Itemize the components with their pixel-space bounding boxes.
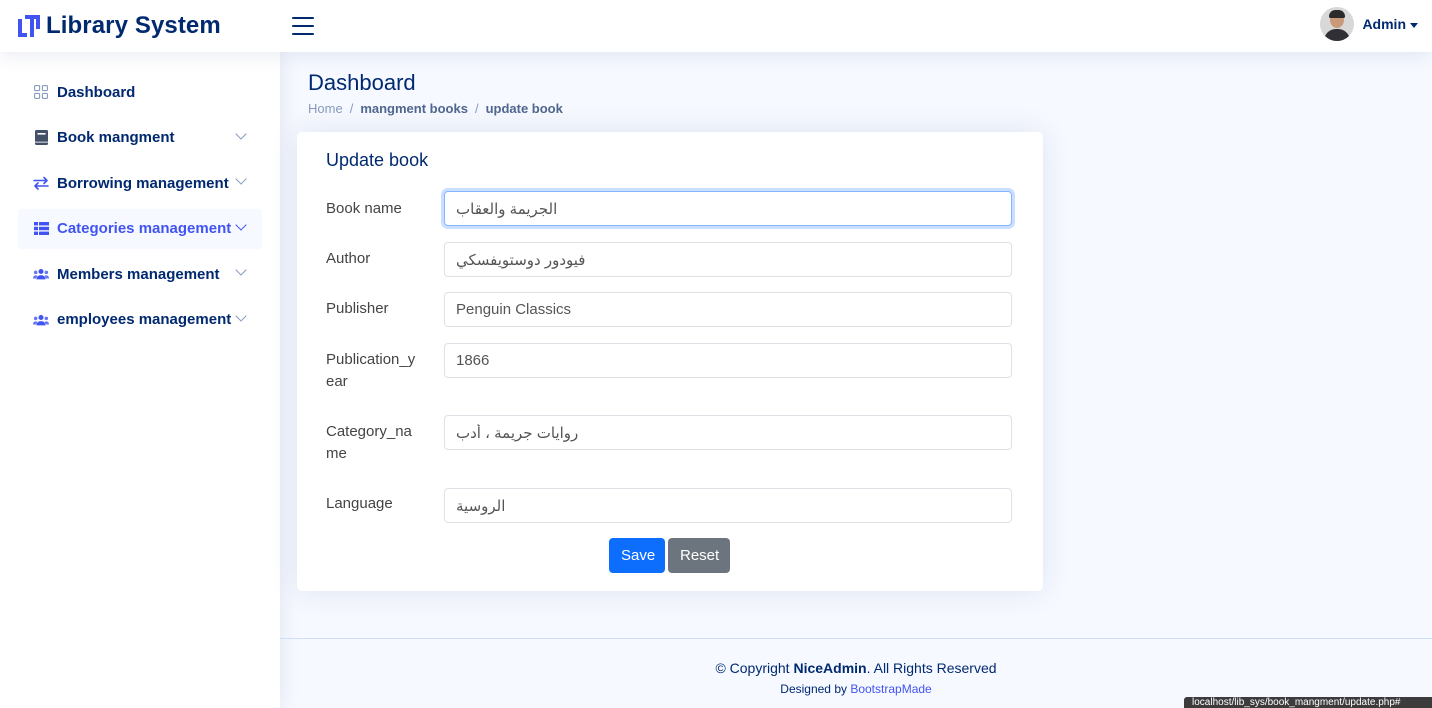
sidebar-item-employees-management[interactable]: employees management: [18, 300, 262, 340]
page-title-block: Dashboard Home / mangment books / update…: [308, 70, 563, 116]
chevron-down-icon: [236, 313, 246, 323]
breadcrumb-current: update book: [485, 101, 563, 116]
arrows-exchange-icon: [33, 175, 49, 191]
profile-menu[interactable]: Admin: [1320, 7, 1418, 41]
publication-year-field[interactable]: [444, 343, 1012, 378]
credits: Designed by BootstrapMade: [280, 682, 1432, 696]
hamburger-icon[interactable]: [292, 17, 314, 35]
sidebar-item-label: Book mangment: [57, 129, 175, 146]
avatar: [1320, 7, 1355, 41]
sidebar-item-label: Members management: [57, 265, 220, 283]
people-icon: [33, 266, 49, 282]
save-button[interactable]: Save: [609, 538, 665, 573]
author-label: Author: [326, 250, 371, 267]
page-title: Dashboard: [308, 70, 416, 95]
designed-by-text: Designed by: [780, 682, 851, 696]
sidebar-item-label: Categories management: [57, 220, 232, 237]
sidebar-item-borrowing-management[interactable]: Borrowing management: [18, 163, 262, 203]
list-icon: [33, 221, 49, 237]
book-name-label: Book name: [326, 200, 402, 217]
grid-icon: [33, 84, 49, 100]
chevron-down-icon: [236, 267, 246, 277]
sidebar-item-label: Dashboard: [57, 83, 136, 101]
breadcrumb-separator: /: [349, 101, 354, 116]
copyright-prefix: © Copyright: [715, 660, 794, 676]
copyright: © Copyright NiceAdmin. All Rights Reserv…: [280, 660, 1432, 676]
sidebar-item-label: Borrowing management: [57, 174, 229, 192]
category-name-field[interactable]: [444, 415, 1012, 450]
chevron-down-icon: [236, 131, 246, 141]
update-book-card: Update book Book name Author Publisher P…: [297, 132, 1043, 591]
chevron-down-icon: [236, 222, 246, 232]
profile-name: Admin: [1362, 16, 1406, 32]
category-name-label: Category_na me: [326, 423, 412, 462]
breadcrumb-mangment-books[interactable]: mangment books: [360, 101, 468, 116]
breadcrumb: Home / mangment books / update book: [308, 101, 563, 116]
language-label: Language: [326, 495, 393, 512]
designer-link[interactable]: BootstrapMade: [850, 682, 931, 696]
sidebar-item-dashboard[interactable]: Dashboard: [18, 72, 262, 112]
breadcrumb-separator: /: [474, 101, 479, 116]
language-field[interactable]: [444, 488, 1012, 523]
reset-button[interactable]: Reset: [668, 538, 730, 573]
top-header: Library System Admin: [0, 0, 1432, 52]
sidebar-item-categories-management[interactable]: Categories management: [18, 208, 262, 249]
publication-year-label: Publication_y ear: [326, 351, 416, 390]
copyright-suffix: . All Rights Reserved: [866, 660, 997, 676]
card-title: Update book: [326, 150, 429, 170]
caret-down-icon: [1410, 22, 1418, 28]
logo-icon: [18, 15, 40, 37]
publisher-field[interactable]: [444, 292, 1012, 327]
sidebar-item-members-management[interactable]: Members management: [18, 254, 262, 294]
publisher-label: Publisher: [326, 300, 389, 317]
logo[interactable]: Library System: [18, 12, 288, 40]
people-icon: [33, 312, 49, 328]
book-icon: [33, 130, 49, 146]
breadcrumb-home[interactable]: Home: [308, 101, 343, 116]
book-name-field[interactable]: [444, 191, 1012, 226]
brand-name: NiceAdmin: [793, 660, 867, 676]
logo-text: Library System: [46, 12, 221, 39]
sidebar: Dashboard Book mangment Borrowing manage…: [0, 52, 280, 708]
sidebar-item-label: employees management: [57, 311, 232, 328]
status-url: localhost/lib_sys/book_mangment/update.p…: [1184, 697, 1432, 708]
chevron-down-icon: [236, 176, 246, 186]
author-field[interactable]: [444, 242, 1012, 277]
sidebar-item-book-mangment[interactable]: Book mangment: [18, 118, 262, 158]
